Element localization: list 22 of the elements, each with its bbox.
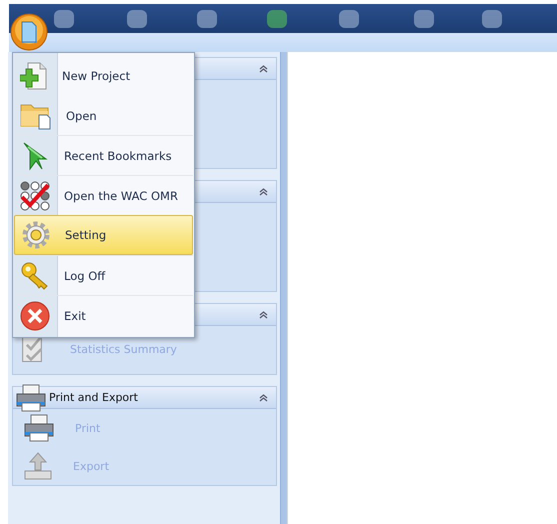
gear-icon: [21, 220, 51, 250]
close-icon: [20, 300, 50, 330]
collapse-icon[interactable]: [259, 310, 268, 319]
answer-sheet-icon: [20, 180, 50, 210]
menu-item[interactable]: Exit: [14, 295, 193, 335]
menu-item[interactable]: New Project: [14, 55, 193, 95]
key-icon: [20, 260, 50, 290]
printer-icon: [23, 414, 55, 442]
app-menu-button[interactable]: [10, 13, 48, 51]
menu-item[interactable]: Recent Bookmarks: [14, 135, 193, 175]
menu-item[interactable]: Log Off: [14, 255, 193, 295]
menu-item[interactable]: Open: [14, 95, 193, 135]
printer-icon: [15, 384, 47, 412]
collapse-icon[interactable]: [259, 64, 268, 73]
group-title: Print and Export: [49, 391, 138, 404]
checklist-icon: [22, 336, 42, 362]
folder-icon: [20, 102, 52, 130]
upload-icon: [23, 451, 53, 481]
new-document-icon: [20, 60, 48, 90]
collapse-icon[interactable]: [259, 187, 268, 196]
collapse-icon[interactable]: [259, 393, 268, 402]
menu-item[interactable]: Setting: [14, 215, 193, 255]
